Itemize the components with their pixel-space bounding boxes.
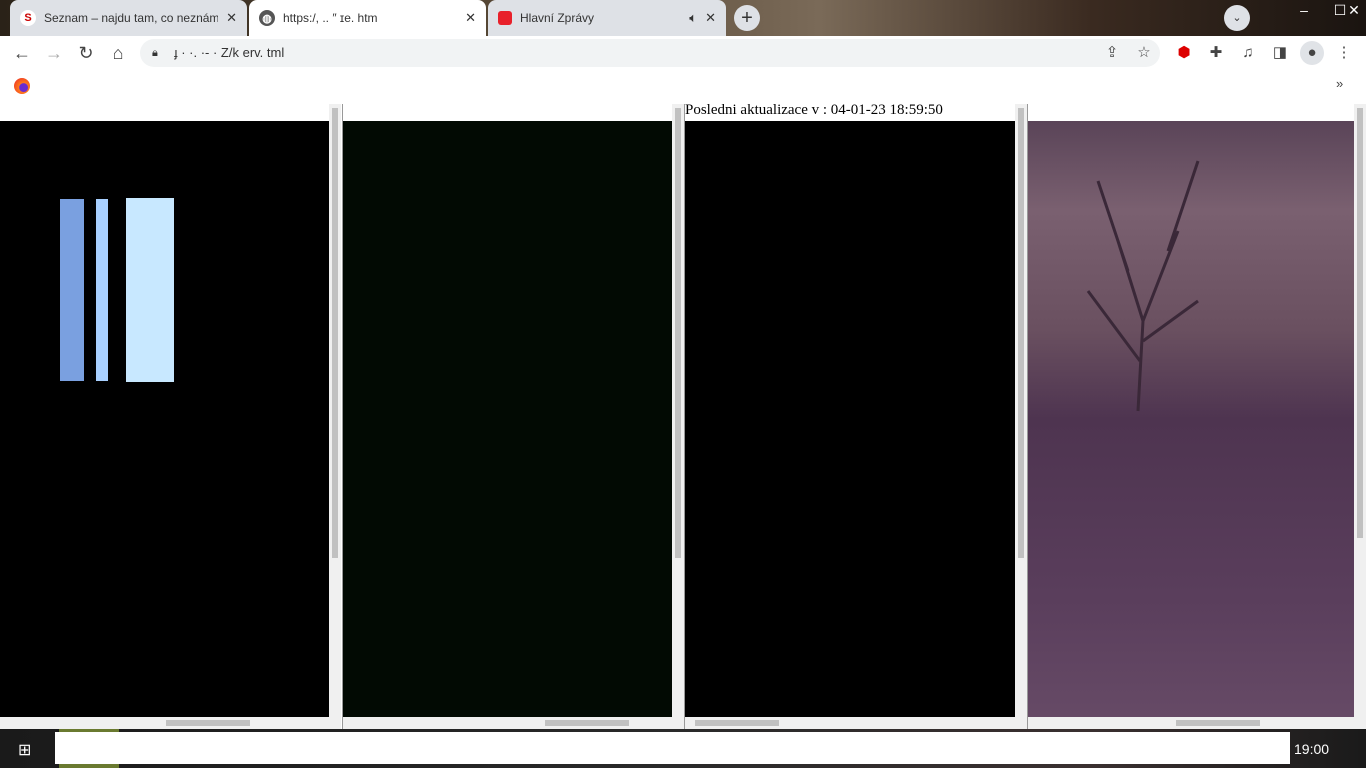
audio-icon[interactable]: 🔈︎ — [689, 10, 697, 26]
tab-strip: S Seznam – najdu tam, co neznám ✕ ◍ http… — [0, 0, 1366, 36]
extensions-icon[interactable]: ✚ — [1204, 41, 1228, 65]
tab-title: Seznam – najdu tam, co neznám — [44, 11, 219, 25]
tree-silhouette — [1086, 160, 1200, 412]
camera-frame-3: Posledni aktualizace v : 04-01-23 18:59:… — [684, 102, 1027, 729]
profile-avatar-icon[interactable]: ● — [1300, 41, 1324, 65]
forward-icon[interactable]: → — [42, 41, 66, 65]
lock-icon: 🔒︎ — [152, 47, 158, 59]
camera-frame-2 — [342, 104, 684, 729]
camera-image-4 — [1028, 121, 1354, 717]
media-control-icon[interactable]: ♫ — [1236, 41, 1260, 65]
globe-icon: ◍ — [259, 10, 275, 26]
tab-title: Hlavní Zprávy — [520, 11, 595, 25]
browser-toolbar: ← → ↻ ⌂ 🔒︎ ɟ · ·. ·- · Z/k erv. tml ⇪ ☆ … — [0, 36, 1366, 70]
tab-title: https:/, .. ″ ɪe. htm — [283, 11, 378, 25]
bookmark-star-icon[interactable]: ☆ — [1132, 41, 1156, 65]
side-panel-icon[interactable]: ◨ — [1268, 41, 1292, 65]
taskbar: ⊞ 19:00 — [0, 729, 1366, 768]
lit-window-pane — [96, 199, 108, 381]
camera-image-1 — [0, 121, 329, 717]
back-icon[interactable]: ← — [10, 41, 34, 65]
firefox-bookmark-icon[interactable] — [14, 78, 30, 94]
camera-image-2 — [343, 121, 672, 717]
vertical-scrollbar[interactable] — [1015, 104, 1027, 717]
camera-image-3 — [685, 121, 1015, 717]
bookmarks-bar: » — [0, 70, 1366, 104]
vertical-scrollbar[interactable] — [329, 104, 341, 717]
tab-current[interactable]: ◍ https:/, .. ″ ɪe. htm ✕ — [249, 0, 486, 36]
address-text: ɟ · ·. ·- · Z/k erv. tml — [174, 45, 285, 60]
menu-icon[interactable]: ⋮ — [1332, 41, 1356, 65]
tab-hlavni-zpravy[interactable]: Hlavní Zprávy 🔈︎ ✕ — [488, 0, 726, 36]
horizontal-scrollbar[interactable] — [1028, 717, 1366, 729]
camera-frame-4 — [1027, 104, 1366, 729]
camera-frame-1 — [0, 104, 341, 729]
address-bar[interactable]: 🔒︎ ɟ · ·. ·- · Z/k erv. tml — [140, 39, 1160, 67]
adblock-icon[interactable]: ⬢ — [1172, 41, 1196, 65]
reload-icon[interactable]: ↻ — [74, 41, 98, 65]
news-icon — [498, 11, 512, 25]
taskbar-search-box[interactable] — [55, 732, 1290, 764]
start-button-icon[interactable]: ⊞ — [18, 740, 31, 760]
vertical-scrollbar[interactable] — [672, 104, 684, 717]
lit-window-pane — [60, 199, 84, 381]
close-tab-icon[interactable]: ✕ — [705, 10, 716, 26]
lit-window-pane — [126, 198, 174, 382]
horizontal-scrollbar[interactable] — [343, 717, 684, 729]
more-bookmarks-icon[interactable]: » — [1336, 76, 1343, 91]
seznam-icon: S — [20, 10, 36, 26]
last-update-text: Posledni aktualizace v : 04-01-23 18:59:… — [685, 102, 943, 118]
close-tab-icon[interactable]: ✕ — [465, 10, 476, 26]
share-icon[interactable]: ⇪ — [1100, 41, 1124, 65]
home-icon[interactable]: ⌂ — [106, 41, 130, 65]
close-tab-icon[interactable]: ✕ — [226, 10, 237, 26]
clock: 19:00 — [1294, 741, 1330, 757]
horizontal-scrollbar[interactable] — [0, 717, 341, 729]
minimize-icon[interactable]: – — [1286, 0, 1322, 20]
new-tab-button[interactable]: + — [734, 5, 760, 31]
tab-seznam[interactable]: S Seznam – najdu tam, co neznám ✕ — [10, 0, 247, 36]
tab-search-button[interactable]: ⌄ — [1224, 5, 1250, 31]
vertical-scrollbar[interactable] — [1354, 104, 1366, 717]
close-window-icon[interactable]: ✕ — [1336, 0, 1366, 20]
horizontal-scrollbar[interactable] — [685, 717, 1027, 729]
